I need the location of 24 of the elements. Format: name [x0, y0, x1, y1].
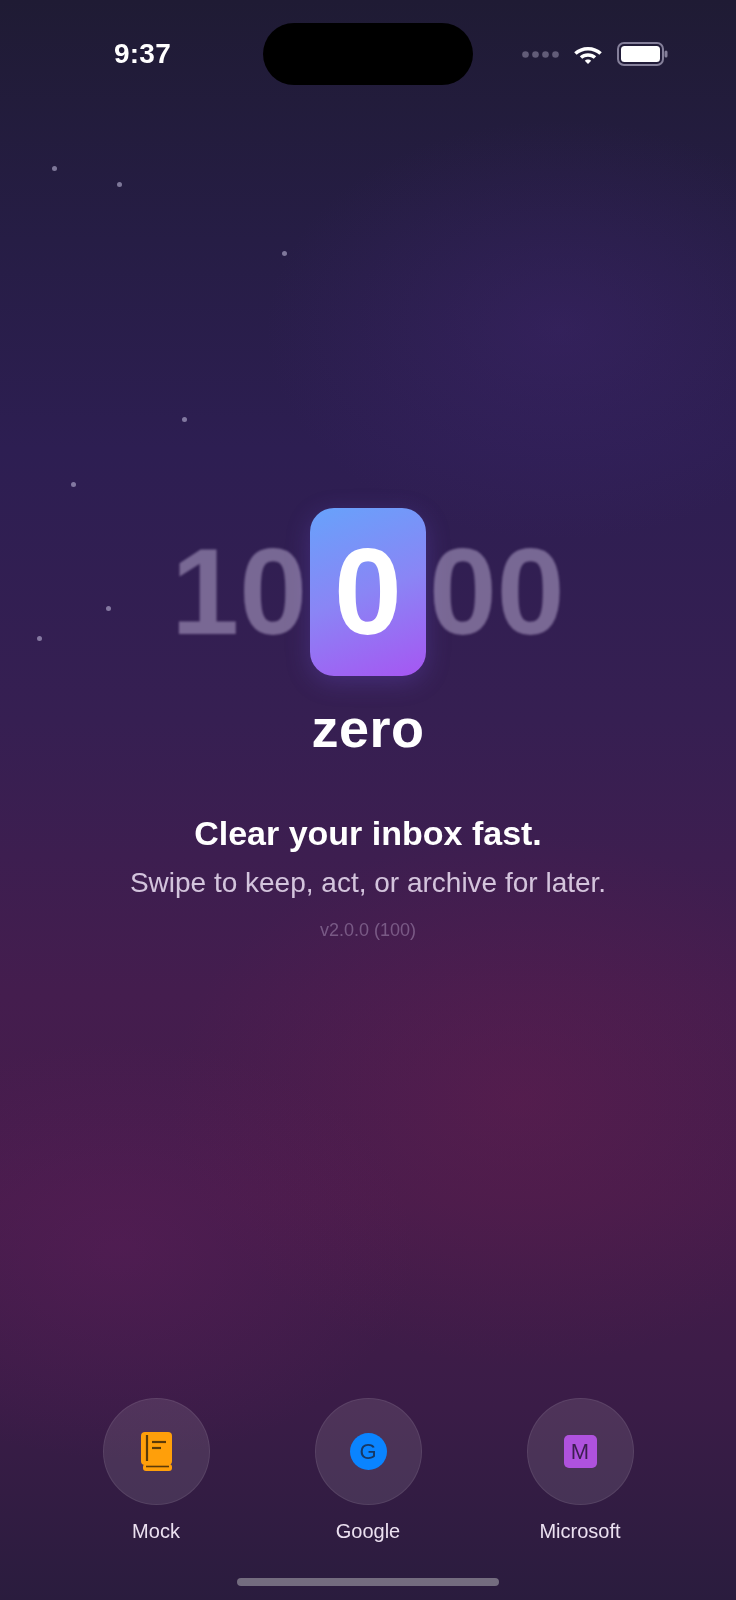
provider-label: Mock	[132, 1519, 180, 1543]
backdrop-digits: 00	[429, 523, 565, 662]
version-label: v2.0.0 (100)	[319, 919, 417, 941]
subtitle: Swipe to keep, act, or archive for later.	[129, 867, 607, 899]
star-dot	[106, 606, 111, 611]
battery-icon	[617, 42, 668, 66]
letter-logo: M	[563, 1435, 597, 1468]
app-name: zero	[311, 697, 425, 760]
backdrop-digits: 10	[171, 523, 307, 662]
signal-icon	[522, 50, 559, 58]
status-time: 9:37	[113, 37, 172, 71]
star-dot	[282, 251, 287, 256]
letter-logo: G	[349, 1433, 387, 1470]
sign-in-button[interactable]: G	[314, 1398, 422, 1505]
provider-label: Microsoft	[539, 1519, 621, 1543]
headline: Clear your inbox fast.	[194, 813, 542, 853]
provider-label: Google	[335, 1519, 401, 1543]
star-dot	[71, 482, 76, 487]
app-logo: 0	[310, 508, 426, 676]
star-dot	[182, 417, 187, 422]
star-dot	[52, 166, 57, 171]
star-dot	[37, 636, 42, 641]
star-dot	[117, 182, 122, 187]
sign-in-button[interactable]: M	[526, 1398, 634, 1505]
